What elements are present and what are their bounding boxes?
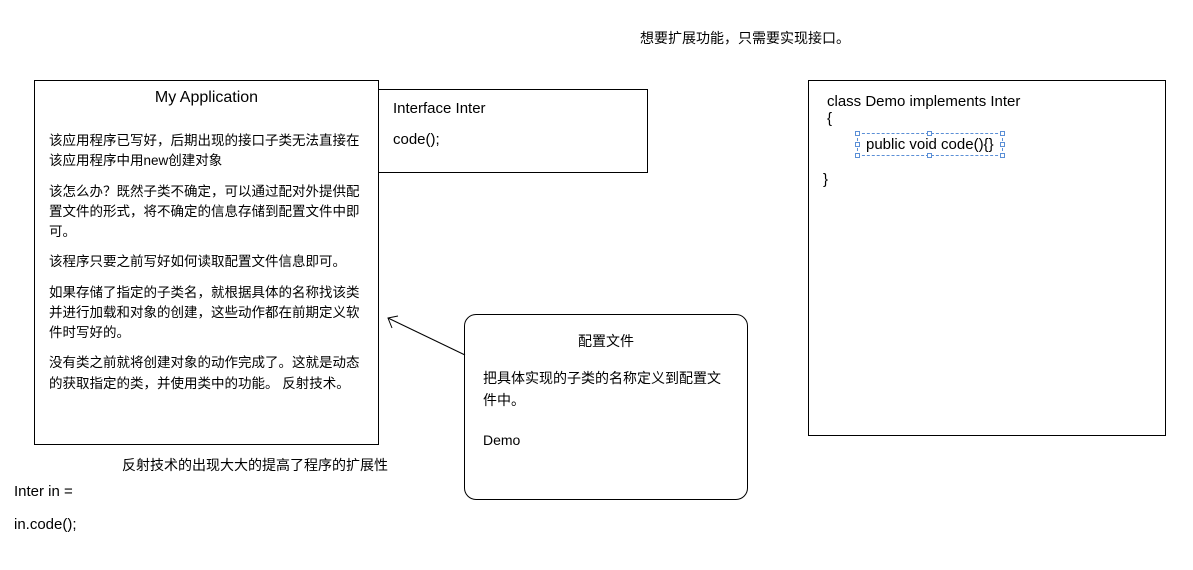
arrow-line: [380, 310, 470, 360]
interface-title: Interface Inter: [393, 100, 633, 117]
selection-handle-icon[interactable]: [855, 131, 860, 136]
config-file-box: 配置文件 把具体实现的子类的名称定义到配置文件中。 Demo: [464, 314, 748, 500]
interface-box: Interface Inter code();: [378, 89, 648, 173]
my-app-paragraph-5: 没有类之前就将创建对象的动作完成了。这就是动态的获取指定的类，并使用类中的功能。…: [49, 353, 364, 394]
selection-handle-icon[interactable]: [927, 153, 932, 158]
reflection-note: 反射技术的出现大大的提高了程序的扩展性: [122, 455, 388, 475]
brace-close: }: [823, 171, 828, 188]
my-app-paragraph-3: 该程序只要之前写好如何读取配置文件信息即可。: [49, 252, 364, 272]
selection-handle-icon[interactable]: [855, 142, 860, 147]
selection-handle-icon[interactable]: [855, 153, 860, 158]
my-app-paragraph-4: 如果存储了指定的子类名，就根据具体的名称找该类并进行加载和对象的创建，这些动作都…: [49, 283, 364, 344]
brace-open: {: [827, 110, 1147, 127]
my-app-paragraph-2: 该怎么办？既然子类不确定，可以通过配对外提供配置文件的形式，将不确定的信息存储到…: [49, 182, 364, 243]
config-body: 把具体实现的子类的名称定义到配置文件中。: [483, 367, 729, 412]
my-app-paragraph-1: 该应用程序已写好，后期出现的接口子类无法直接在该应用程序中用new创建对象: [49, 131, 364, 172]
top-note-text: 想要扩展功能，只需要实现接口。: [640, 28, 850, 48]
config-title: 配置文件: [483, 331, 729, 351]
code-line-1: Inter in =: [14, 483, 73, 500]
interface-method: code();: [393, 131, 633, 148]
selected-code-box[interactable]: public void code(){}: [857, 133, 1003, 156]
selection-handle-icon[interactable]: [1000, 131, 1005, 136]
code-line-2: in.code();: [14, 516, 77, 533]
demo-class-box: class Demo implements Inter { public voi…: [808, 80, 1166, 436]
config-demo-label: Demo: [483, 432, 729, 448]
selection-handle-icon[interactable]: [1000, 153, 1005, 158]
demo-method-code: public void code(){}: [866, 136, 994, 153]
my-app-title: My Application: [49, 89, 364, 121]
selection-handle-icon[interactable]: [927, 131, 932, 136]
demo-class-decl: class Demo implements Inter: [827, 93, 1147, 110]
my-application-box: My Application 该应用程序已写好，后期出现的接口子类无法直接在该应…: [34, 80, 379, 445]
selection-handle-icon[interactable]: [1000, 142, 1005, 147]
